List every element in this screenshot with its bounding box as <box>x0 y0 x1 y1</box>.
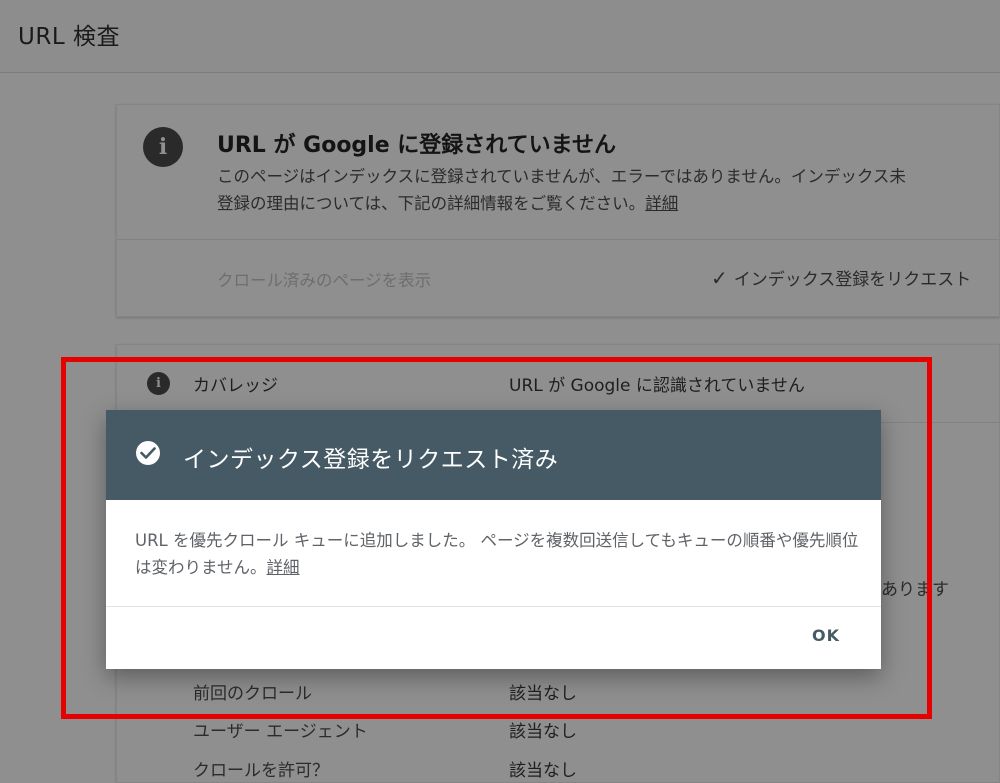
check-circle-icon <box>136 441 160 465</box>
view-crawled-page-button[interactable]: クロール済みのページを表示 <box>217 267 431 291</box>
user-agent-label: ユーザー エージェント <box>193 722 368 742</box>
check-icon: ✓ <box>711 266 728 290</box>
dialog-header: インデックス登録をリクエスト済み <box>106 410 881 500</box>
info-icon: i <box>143 127 183 167</box>
crawl-allowed-label: クロールを許可？ <box>193 761 329 781</box>
card-divider <box>117 239 999 240</box>
dialog-message-text: URL を優先クロール キューに追加しました。 ページを複数回送信してもキューの… <box>135 531 859 577</box>
user-agent-value: 該当なし <box>509 722 577 742</box>
request-indexing-button[interactable]: ✓ インデックス登録をリクエスト <box>711 265 971 290</box>
dialog-message: URL を優先クロール キューに追加しました。 ページを複数回送信してもキューの… <box>135 527 860 581</box>
crawl-allowed-value: 該当なし <box>509 761 577 781</box>
dialog-title: インデックス登録をリクエスト済み <box>183 447 559 473</box>
dialog-divider <box>106 606 881 607</box>
status-card: i URL が Google に登録されていません このページはインデックスに登… <box>116 104 1000 317</box>
dialog-details-link[interactable]: 詳細 <box>267 558 300 577</box>
status-description-text: このページはインデックスに登録されていませんが、エラーではありません。インデック… <box>217 167 906 213</box>
details-link[interactable]: 詳細 <box>645 194 678 213</box>
indexing-requested-dialog: インデックス登録をリクエスト済み URL を優先クロール キューに追加しました。… <box>106 410 881 669</box>
ok-button[interactable]: OK <box>812 626 840 645</box>
top-header: URL 検査 <box>0 0 1000 73</box>
page-title: URL 検査 <box>18 24 120 50</box>
request-indexing-label: インデックス登録をリクエスト <box>733 270 972 290</box>
status-headline: URL が Google に登録されていません <box>217 133 616 158</box>
status-description: このページはインデックスに登録されていませんが、エラーではありません。インデック… <box>217 163 917 217</box>
